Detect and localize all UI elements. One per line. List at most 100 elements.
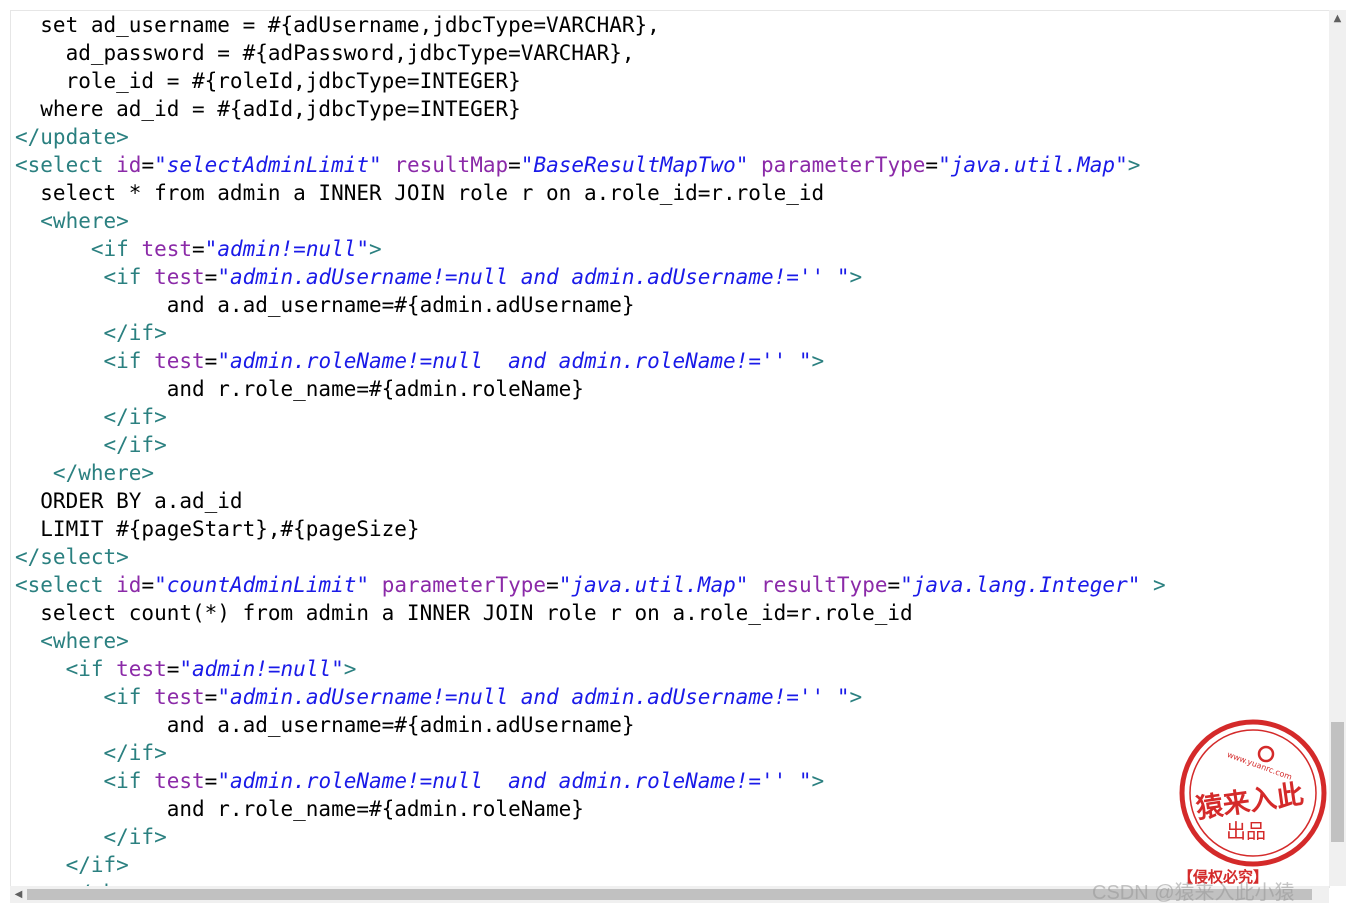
code-line: </if> xyxy=(15,319,167,347)
xml-tag: </if> xyxy=(15,853,129,877)
attribute-name: resultMap xyxy=(394,153,509,177)
code-line: </if> xyxy=(15,403,167,431)
code-text: and r.role_name=#{admin.roleName} xyxy=(15,377,584,401)
code-line: set ad_username = #{adUsername,jdbcType=… xyxy=(15,11,660,39)
attribute-name: resultType xyxy=(761,573,888,597)
attribute-name: parameterType xyxy=(381,573,547,597)
attribute-name: test xyxy=(116,657,167,681)
xml-tag: <if xyxy=(15,769,155,793)
xml-tag: <where> xyxy=(15,629,129,653)
code-text: = xyxy=(546,573,559,597)
xml-tag: <if xyxy=(15,265,155,289)
code-line: </if> xyxy=(15,851,129,879)
xml-tag: > xyxy=(811,769,825,793)
vertical-scroll-thumb[interactable] xyxy=(1331,722,1344,842)
seal-subtitle: 出品 xyxy=(1226,819,1266,843)
xml-tag: > xyxy=(1127,153,1141,177)
xml-tag: > xyxy=(849,265,863,289)
code-text: LIMIT #{pageStart},#{pageSize} xyxy=(15,517,420,541)
xml-tag: </update> xyxy=(15,125,129,149)
code-line: ad_password = #{adPassword,jdbcType=VARC… xyxy=(15,39,635,67)
code-text: and a.ad_username=#{admin.adUsername} xyxy=(15,293,635,317)
code-line: <where> xyxy=(15,627,129,655)
code-line: <if test="admin.roleName!=null and admin… xyxy=(15,347,825,375)
code-editor[interactable]: set ad_username = #{adUsername,jdbcType=… xyxy=(10,10,1330,888)
xml-tag: </select> xyxy=(15,545,129,569)
code-text: = xyxy=(192,237,205,261)
xml-tag: <select xyxy=(15,573,117,597)
watermark: CSDN @猿来入此小猿 xyxy=(1092,882,1295,904)
attribute-value: "admin.roleName!=null and admin.roleName… xyxy=(217,769,812,793)
code-line: and a.ad_username=#{admin.adUsername} xyxy=(15,711,635,739)
code-line: </if> xyxy=(15,823,167,851)
xml-tag: </if> xyxy=(15,405,167,429)
attribute-name: test xyxy=(154,349,205,373)
code-text: = xyxy=(508,153,521,177)
code-line: and r.role_name=#{admin.roleName} xyxy=(15,795,584,823)
xml-tag: <if xyxy=(15,349,155,373)
code-line: select * from admin a INNER JOIN role r … xyxy=(15,179,824,207)
attribute-value: "admin.roleName!=null and admin.roleName… xyxy=(217,349,812,373)
attribute-name: test xyxy=(154,265,205,289)
scroll-left-arrow-icon[interactable]: ◀ xyxy=(10,886,27,903)
code-line: <if test="admin.roleName!=null and admin… xyxy=(15,767,825,795)
attribute-name: test xyxy=(154,685,205,709)
attribute-name: test xyxy=(154,769,205,793)
code-text: = xyxy=(925,153,939,177)
xml-tag: </where> xyxy=(15,461,155,485)
code-text: select count(*) from admin a INNER JOIN … xyxy=(15,601,913,625)
code-line: <if test="admin.adUsername!=null and adm… xyxy=(15,263,863,291)
code-line: <if test="admin!=null"> xyxy=(15,235,382,263)
code-line: <select id="countAdminLimit" parameterTy… xyxy=(15,571,1166,599)
code-line: LIMIT #{pageStart},#{pageSize} xyxy=(15,515,420,543)
attribute-name: id xyxy=(116,573,142,597)
code-text: ad_password = #{adPassword,jdbcType=VARC… xyxy=(15,41,635,65)
attribute-value: "admin!=null" xyxy=(204,237,370,261)
code-line: select count(*) from admin a INNER JOIN … xyxy=(15,599,913,627)
attribute-value: "java.util.Map" xyxy=(938,153,1128,177)
code-text: = xyxy=(204,349,218,373)
code-text: = xyxy=(141,573,155,597)
code-line: </update> xyxy=(15,123,129,151)
vertical-scrollbar[interactable]: ▲ xyxy=(1329,10,1346,886)
code-line: <if test="admin!=null"> xyxy=(15,655,357,683)
code-text: = xyxy=(204,265,218,289)
seal-logo-icon xyxy=(1257,745,1275,763)
code-line: </where> xyxy=(15,459,154,487)
xml-tag: <select xyxy=(15,153,117,177)
attribute-name: test xyxy=(141,237,193,261)
scroll-up-arrow-icon[interactable]: ▲ xyxy=(1329,10,1346,27)
xml-tag: > xyxy=(849,685,863,709)
code-text: = xyxy=(887,573,901,597)
code-text: = xyxy=(141,153,155,177)
xml-tag: </if> xyxy=(15,741,167,765)
xml-tag: </if> xyxy=(15,321,167,345)
code-line: ORDER BY a.ad_id xyxy=(15,487,242,515)
code-text: where ad_id = #{adId,jdbcType=INTEGER} xyxy=(15,97,521,121)
code-text: role_id = #{roleId,jdbcType=INTEGER} xyxy=(15,69,521,93)
code-line: </select> xyxy=(15,543,129,571)
code-text: and r.role_name=#{admin.roleName} xyxy=(15,797,584,821)
code-line: <select id="selectAdminLimit" resultMap=… xyxy=(15,151,1140,179)
code-line: where ad_id = #{adId,jdbcType=INTEGER} xyxy=(15,95,521,123)
code-line: <if test="admin.adUsername!=null and adm… xyxy=(15,683,863,711)
attribute-value: "java.util.Map" xyxy=(558,573,749,597)
xml-tag: </if> xyxy=(15,433,167,457)
attribute-value: "admin.adUsername!=null and admin.adUser… xyxy=(217,685,850,709)
code-text: = xyxy=(204,685,218,709)
xml-tag: </if> xyxy=(15,825,167,849)
xml-tag: <if xyxy=(15,685,155,709)
xml-tag: <where> xyxy=(15,209,129,233)
xml-tag: > xyxy=(811,349,825,373)
code-line: and a.ad_username=#{admin.adUsername} xyxy=(15,291,635,319)
xml-tag: > xyxy=(343,657,357,681)
code-text: set ad_username = #{adUsername,jdbcType=… xyxy=(15,13,660,37)
attribute-value: "BaseResultMapTwo" xyxy=(520,153,749,177)
code-text: = xyxy=(204,769,218,793)
xml-tag: <if xyxy=(15,237,142,261)
code-line: </if> xyxy=(15,739,167,767)
code-line: <where> xyxy=(15,207,129,235)
